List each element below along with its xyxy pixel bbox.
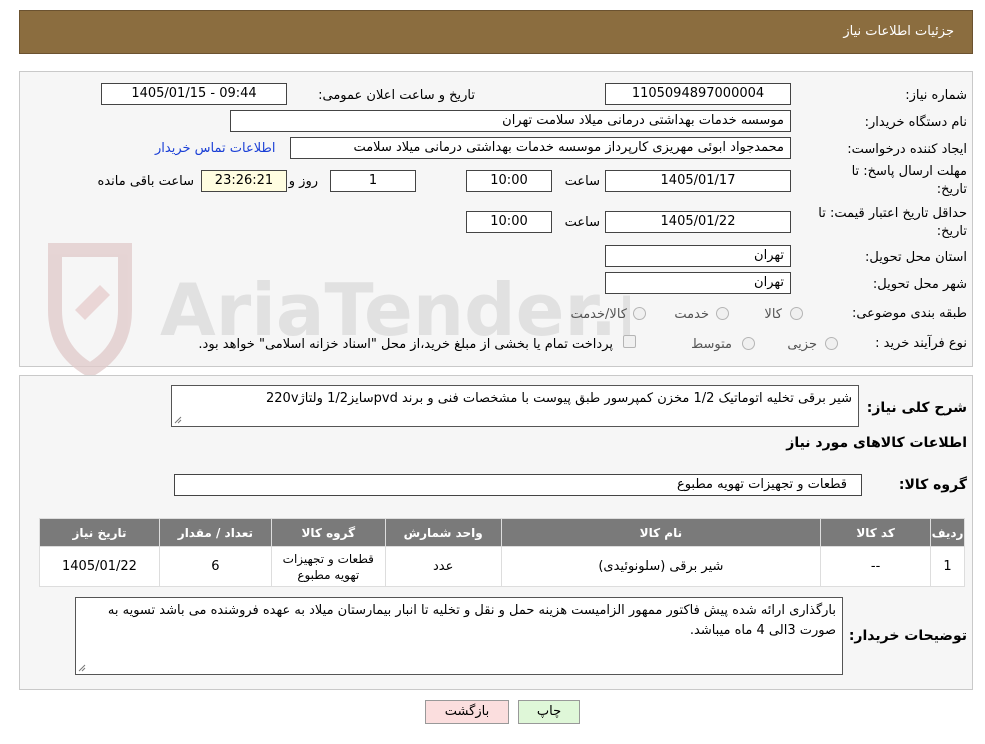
reply-deadline-label-2: تاریخ:: [936, 182, 967, 197]
announce-datetime-label: تاریخ و ساعت اعلان عمومی:: [318, 88, 475, 103]
delivery-city-field: تهران: [605, 272, 791, 294]
category-option-goods: کالا: [764, 307, 782, 322]
need-number-field: 1105094897000004: [605, 83, 791, 105]
process-option-minor: جزیی: [787, 337, 817, 352]
cell-code: --: [820, 546, 932, 587]
back-button[interactable]: بازگشت: [425, 700, 509, 724]
buyer-notes-text: بارگذاری ارائه شده پیش فاکتور ممهور الزا…: [107, 603, 836, 638]
reply-deadline-label: مهلت ارسال پاسخ: تا: [851, 164, 967, 179]
col-row: ردیف: [930, 518, 965, 547]
price-validity-time-label: ساعت: [564, 215, 600, 230]
col-group: گروه کالا: [270, 518, 386, 547]
col-qty: تعداد / مقدار: [158, 518, 272, 547]
goods-table: ردیف کد کالا نام کالا واحد شمارش گروه کا…: [39, 518, 965, 587]
category-label: طبقه بندی موضوعی:: [851, 306, 967, 321]
col-name: نام کالا: [500, 518, 822, 547]
description-label: شرح کلی نیاز:: [866, 400, 967, 416]
process-radio-medium[interactable]: [742, 337, 755, 350]
cell-name: شیر برقی (سلونوئیدی): [500, 546, 822, 587]
col-date: تاریخ نیاز: [39, 518, 160, 547]
category-option-service: خدمت: [674, 307, 709, 322]
category-option-goods-service: کالا/خدمت: [570, 307, 627, 322]
page-header: جزئیات اطلاعات نیاز: [19, 10, 973, 54]
delivery-province-field: تهران: [605, 245, 791, 267]
goods-table-header-row: ردیف کد کالا نام کالا واحد شمارش گروه کا…: [39, 518, 965, 547]
process-option-medium: متوسط: [691, 337, 732, 352]
category-radio-goods-service[interactable]: [633, 307, 646, 320]
price-validity-label-2: تاریخ:: [936, 224, 967, 239]
goods-group-field: قطعات و تجهیزات تهویه مطبوع: [174, 474, 862, 496]
cell-qty: 6: [158, 546, 272, 587]
print-button[interactable]: چاپ: [518, 700, 580, 724]
price-validity-label: حداقل تاریخ اعتبار قیمت: تا: [818, 206, 967, 221]
buyer-contact-link[interactable]: اطلاعات تماس خریدار: [155, 141, 275, 156]
goods-group-label: گروه کالا:: [898, 477, 967, 493]
cell-unit: عدد: [384, 546, 502, 587]
remaining-time: 23:26:21: [201, 170, 287, 192]
requester-field: محمدجواد ابوئی مهریزی کارپرداز موسسه خدم…: [290, 137, 791, 159]
days-label: روز و: [288, 174, 318, 189]
col-code: کد کالا: [820, 518, 932, 547]
delivery-city-label: شهر محل تحویل:: [872, 277, 967, 292]
treasury-checkbox[interactable]: [623, 335, 636, 348]
category-radio-service[interactable]: [716, 307, 729, 320]
remaining-label: ساعت باقی مانده: [97, 174, 194, 189]
col-unit: واحد شمارش: [384, 518, 502, 547]
resize-handle-icon[interactable]: [78, 664, 86, 672]
description-text: شیر برقی تخلیه اتوماتیک 1/2 مخزن کمپرسور…: [266, 391, 852, 406]
cell-group: قطعات و تجهیزات تهویه مطبوع: [270, 546, 386, 587]
cell-date: 1405/01/22: [39, 546, 160, 587]
buyer-org-field: موسسه خدمات بهداشتی درمانی میلاد سلامت ت…: [230, 110, 791, 132]
announce-datetime-field: 1405/01/15 - 09:44: [101, 83, 287, 105]
need-number-label: شماره نیاز:: [905, 88, 967, 103]
price-validity-time: 10:00: [466, 211, 552, 233]
reply-deadline-time-label: ساعت: [564, 174, 600, 189]
category-radio-goods[interactable]: [790, 307, 803, 320]
process-type-label: نوع فرآیند خرید :: [875, 336, 967, 351]
description-field: شیر برقی تخلیه اتوماتیک 1/2 مخزن کمپرسور…: [171, 385, 859, 427]
treasury-payment-note: پرداخت تمام یا بخشی از مبلغ خرید،از محل …: [198, 337, 613, 352]
goods-info-heading: اطلاعات کالاهای مورد نیاز: [786, 435, 967, 451]
page-title: جزئیات اطلاعات نیاز: [843, 24, 954, 39]
requester-label: ایجاد کننده درخواست:: [847, 142, 967, 157]
reply-deadline-time: 10:00: [466, 170, 552, 192]
buyer-org-label: نام دستگاه خریدار:: [864, 115, 967, 130]
remaining-days: 1: [330, 170, 416, 192]
price-validity-date: 1405/01/22: [605, 211, 791, 233]
resize-handle-icon[interactable]: [174, 416, 182, 424]
buyer-notes-label: توضیحات خریدار:: [848, 628, 967, 644]
delivery-province-label: استان محل تحویل:: [865, 250, 967, 265]
buyer-notes-field: بارگذاری ارائه شده پیش فاکتور ممهور الزا…: [75, 597, 843, 675]
cell-row: 1: [930, 546, 965, 587]
table-row: 1 -- شیر برقی (سلونوئیدی) عدد قطعات و تج…: [39, 546, 965, 587]
reply-deadline-date: 1405/01/17: [605, 170, 791, 192]
process-radio-minor[interactable]: [825, 337, 838, 350]
